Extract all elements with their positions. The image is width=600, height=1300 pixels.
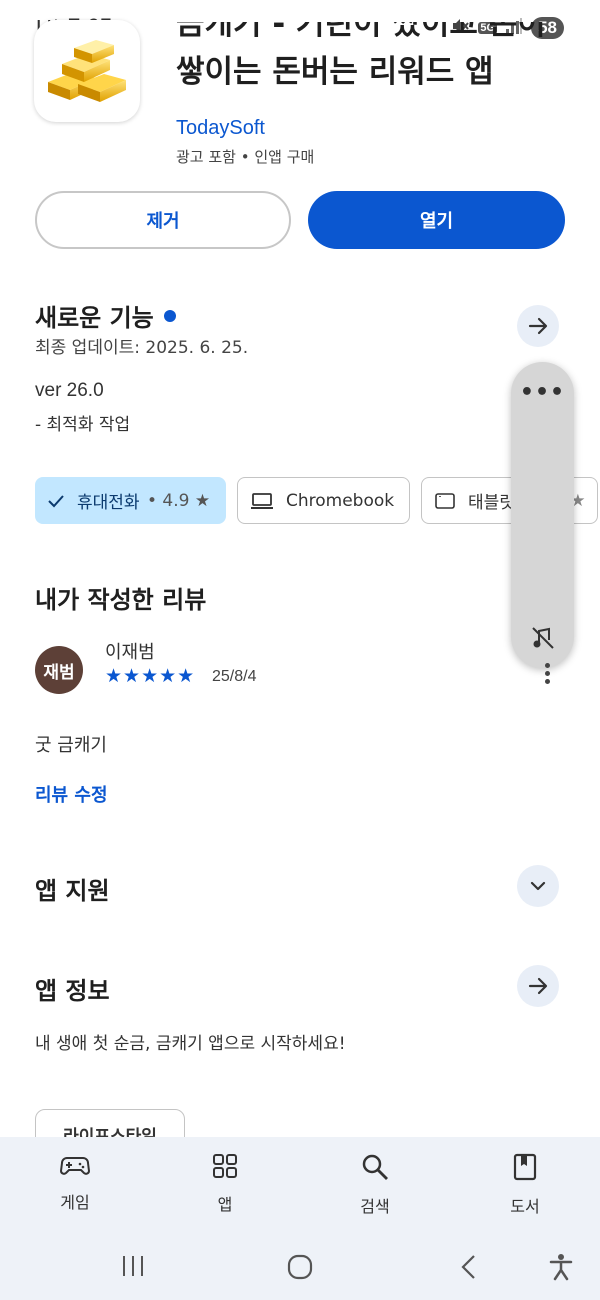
book-icon [513,1153,537,1181]
drag-handle-icon[interactable] [540,660,554,687]
home-icon[interactable] [286,1253,314,1285]
chip-chromebook[interactable]: Chromebook [237,477,410,524]
system-navigation [0,1237,600,1297]
whats-new-arrow-button[interactable] [517,305,559,347]
more-options-icon[interactable]: ••• [511,380,574,405]
laptop-icon [250,492,274,510]
nav-search-label: 검색 [360,1197,390,1216]
chevron-down-icon [530,881,546,891]
my-review-title: 내가 작성한 리뷰 [35,586,207,614]
search-icon [362,1154,388,1180]
arrow-right-icon [528,317,548,335]
nav-search[interactable]: 검색 [325,1153,425,1217]
app-icon[interactable] [34,20,140,122]
star-rating: ★★★★★ [105,665,196,687]
whats-new-label: 새로운 기능 [35,304,154,332]
review-date: 25/8/4 [212,668,257,685]
music-off-icon[interactable] [529,624,557,656]
edit-review-link[interactable]: 리뷰 수정 [35,781,108,807]
new-indicator-dot [163,310,176,322]
app-support-expand-button[interactable] [517,865,559,907]
nav-games[interactable]: 게임 [25,1153,125,1213]
nav-games-label: 게임 [60,1193,90,1212]
chip-phone[interactable]: 휴대전화 • 4.9 ★ [35,477,226,524]
app-support-title[interactable]: 앱 지원 [35,871,110,906]
back-icon[interactable] [458,1253,480,1285]
app-title-line1: 금캐기 - 거린이 쌌이고 돈이 [176,22,546,42]
nav-apps-label: 앱 [217,1195,233,1214]
app-title: 금캐기 - 거린이 쌌이고 돈이 쌓이는 돈버는 리워드 앱 [176,22,576,122]
nav-books[interactable]: 도서 [475,1153,575,1217]
app-info-arrow-button[interactable] [517,965,559,1007]
chip-tablet-label: 태블릿 [468,493,515,513]
apps-grid-icon [213,1154,237,1178]
check-icon [47,492,65,510]
developer-link[interactable]: TodaySoft [176,117,265,140]
recent-apps-icon[interactable] [120,1253,146,1283]
avatar: 재범 [35,646,83,694]
tablet-icon [434,492,456,510]
chip-chromebook-label: Chromebook [286,490,395,511]
review-text: 굿 금캐기 [35,735,107,756]
whats-new-title: 새로운 기능 [35,298,176,333]
last-updated: 최종 업데이트: 2025. 6. 25. [35,338,249,358]
uninstall-button[interactable]: 제거 [35,191,291,249]
floating-panel[interactable]: ••• [511,362,574,668]
chip-phone-rating: • 4.9 ★ [146,490,211,511]
app-description: 내 생애 첫 순금, 금캐기 앱으로 시작하세요! [35,1034,346,1054]
reviewer-name: 이재범 [105,642,155,663]
app-title-line2: 쌓이는 돈버는 리워드 앱 [176,54,494,90]
chip-phone-label: 휴대전화 [77,493,140,513]
version-text: ver 26.0 [35,380,104,401]
app-info-title: 앱 정보 [35,977,110,1005]
open-button[interactable]: 열기 [308,191,565,249]
accessibility-icon[interactable] [548,1253,574,1285]
bottom-navigation: 게임 앱 검색 도서 [0,1137,600,1300]
nav-apps[interactable]: 앱 [175,1153,275,1215]
arrow-right-icon [528,977,548,995]
nav-books-label: 도서 [510,1197,540,1216]
monetization-info: 광고 포함 • 인앱 구매 [176,148,315,166]
gamepad-icon [60,1157,90,1175]
gold-bars-icon [48,40,126,102]
changelog-text: - 최적화 작업 [35,415,131,435]
